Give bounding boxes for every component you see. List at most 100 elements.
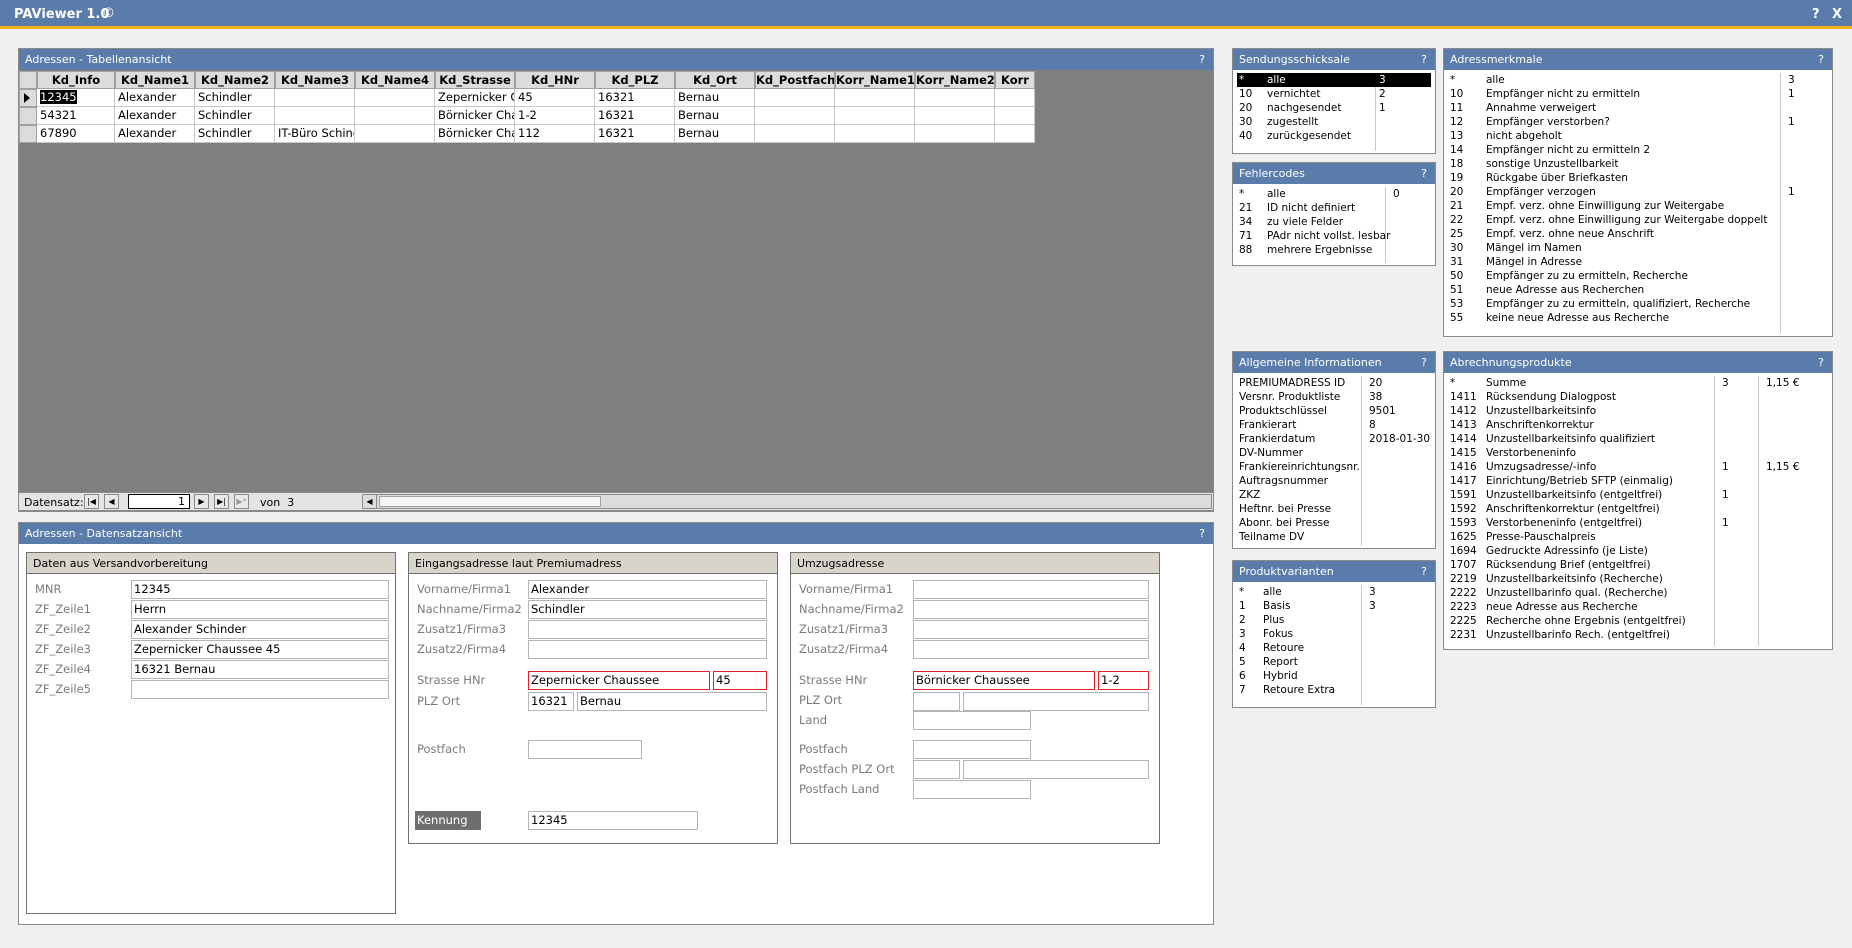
adress-row[interactable]: 20 Empfänger verzogen 1	[1448, 185, 1828, 199]
copyright-icon[interactable]: ©	[102, 6, 115, 21]
help-icon[interactable]: ?	[1421, 49, 1427, 70]
scrollbar-left-arrow-icon[interactable]: ◀	[363, 495, 377, 508]
abrech-row[interactable]: 1625 Presse-Pauschalpreis	[1448, 530, 1828, 544]
table-cell[interactable]: Alexander	[115, 107, 195, 125]
versand-fields-field[interactable]: 16321 Bernau	[131, 660, 389, 679]
adress-row[interactable]: 30 Mängel im Namen	[1448, 241, 1828, 255]
table-cell[interactable]: Alexander	[115, 89, 195, 107]
versand-fields-field[interactable]	[131, 680, 389, 699]
fehler-row[interactable]: 71 PAdr nicht vollst. lesbar	[1237, 229, 1431, 243]
produkt-row[interactable]: 3 Fokus	[1237, 627, 1431, 641]
allg-row[interactable]: Auftragsnummer	[1237, 474, 1431, 488]
sendung-row[interactable]: 30 zugestellt	[1237, 115, 1431, 129]
table-cell[interactable]	[275, 89, 355, 107]
umzug-ort-field[interactable]	[963, 692, 1149, 711]
umzug-fields-field[interactable]	[913, 620, 1149, 639]
allg-row[interactable]: ZKZ	[1237, 488, 1431, 502]
sendung-row[interactable]: 10 vernichtet 2	[1237, 87, 1431, 101]
table-cell[interactable]	[915, 107, 995, 125]
versand-fields-field[interactable]: Alexander Schinder	[131, 620, 389, 639]
table-cell[interactable]	[835, 125, 915, 143]
versand-fields-field[interactable]: Herrn	[131, 600, 389, 619]
umzug-fields-field[interactable]	[913, 600, 1149, 619]
abrech-row[interactable]: 1417 Einrichtung/Betrieb SFTP (einmalig)	[1448, 474, 1828, 488]
produkt-row[interactable]: 1 Basis 3	[1237, 599, 1431, 613]
abrech-row[interactable]: 1411 Rücksendung Dialogpost	[1448, 390, 1828, 404]
column-header[interactable]: Korr	[995, 71, 1035, 89]
table-cell[interactable]	[995, 125, 1035, 143]
adress-row[interactable]: 31 Mängel in Adresse	[1448, 255, 1828, 269]
column-header[interactable]: Kd_HNr	[515, 71, 595, 89]
sendung-row[interactable]: 20 nachgesendet 1	[1237, 101, 1431, 115]
adress-row[interactable]: 53 Empfänger zu zu ermitteln, qualifizier…	[1448, 297, 1828, 311]
column-header[interactable]: Kd_Info	[37, 71, 115, 89]
help-icon[interactable]: ?	[1421, 352, 1427, 373]
umzug-postfach-ort-field[interactable]	[963, 760, 1149, 779]
table-cell[interactable]	[755, 107, 835, 125]
column-header[interactable]: Kd_Strasse	[435, 71, 515, 89]
eingang-fields-field[interactable]: Schindler	[528, 600, 767, 619]
umzug-hnr-field[interactable]: 1-2	[1098, 671, 1149, 690]
help-icon[interactable]: ?	[1199, 523, 1205, 544]
fehler-row[interactable]: 34 zu viele Felder	[1237, 215, 1431, 229]
table-cell[interactable]: 16321	[595, 89, 675, 107]
eingang-ort-field[interactable]: Bernau	[577, 692, 767, 711]
abrech-row[interactable]: 1415 Verstorbeneninfo	[1448, 446, 1828, 460]
prev-record-button[interactable]: ◀	[104, 494, 119, 509]
table-cell[interactable]: 112	[515, 125, 595, 143]
table-cell[interactable]: Bernau	[675, 89, 755, 107]
abrech-row[interactable]: 1593 Verstorbeneninfo (entgeltfrei) 1	[1448, 516, 1828, 530]
allg-row[interactable]: Abonr. bei Presse	[1237, 516, 1431, 530]
allg-row[interactable]: PREMIUMADRESS ID 20	[1237, 376, 1431, 390]
allg-row[interactable]: Frankierart 8	[1237, 418, 1431, 432]
fehler-row[interactable]: * alle 0	[1237, 187, 1431, 201]
help-icon[interactable]: ?	[1818, 352, 1824, 373]
adress-row[interactable]: 11 Annahme verweigert	[1448, 101, 1828, 115]
table-cell[interactable]: Börnicker Chau	[435, 125, 515, 143]
adress-row[interactable]: 50 Empfänger zu zu ermitteln, Recherche	[1448, 269, 1828, 283]
abrech-row[interactable]: 2225 Recherche ohne Ergebnis (entgeltfrei…	[1448, 614, 1828, 628]
adress-row[interactable]: 51 neue Adresse aus Recherchen	[1448, 283, 1828, 297]
grid-corner[interactable]	[19, 71, 37, 89]
table-cell[interactable]	[835, 107, 915, 125]
eingang-plz-field[interactable]: 16321	[528, 692, 574, 711]
eingang-fields-field[interactable]	[528, 640, 767, 659]
umzug-fields-field[interactable]	[913, 640, 1149, 659]
adress-row[interactable]: 14 Empfänger nicht zu ermitteln 2	[1448, 143, 1828, 157]
versand-fields-field[interactable]: 12345	[131, 580, 389, 599]
close-icon[interactable]: X	[1832, 7, 1842, 22]
abrech-row[interactable]: 1414 Unzustellbarkeitsinfo qualifiziert	[1448, 432, 1828, 446]
column-header[interactable]: Kd_Name2	[195, 71, 275, 89]
table-cell[interactable]	[915, 89, 995, 107]
abrech-row[interactable]: 2219 Unzustellbarkeitsinfo (Recherche)	[1448, 572, 1828, 586]
table-cell[interactable]: Schindler	[195, 125, 275, 143]
last-record-button[interactable]: ▶|	[214, 494, 229, 509]
table-cell[interactable]: 54321	[37, 107, 115, 125]
sendung-row[interactable]: * alle 3	[1237, 73, 1431, 87]
table-cell[interactable]: 16321	[595, 125, 675, 143]
umzug-fields-field[interactable]	[913, 580, 1149, 599]
new-record-button[interactable]: ▶*	[234, 494, 249, 509]
adress-row[interactable]: 22 Empf. verz. ohne Einwilligung zur Weit…	[1448, 213, 1828, 227]
table-cell[interactable]: Zepernicker Ch	[435, 89, 515, 107]
allg-row[interactable]: Frankiereinrichtungsnr.	[1237, 460, 1431, 474]
abrech-row[interactable]: 1592 Anschriftenkorrektur (entgeltfrei)	[1448, 502, 1828, 516]
row-selector[interactable]	[19, 89, 37, 107]
abrech-row[interactable]: 2223 neue Adresse aus Recherche	[1448, 600, 1828, 614]
allg-row[interactable]: DV-Nummer	[1237, 446, 1431, 460]
column-header[interactable]: Kd_Name3	[275, 71, 355, 89]
table-cell[interactable]: Schindler	[195, 89, 275, 107]
versand-fields-field[interactable]: Zepernicker Chaussee 45	[131, 640, 389, 659]
produkt-row[interactable]: 5 Report	[1237, 655, 1431, 669]
table-cell[interactable]: 12345	[37, 89, 115, 107]
umzug-postfach-plz-field[interactable]	[913, 760, 960, 779]
adress-row[interactable]: 21 Empf. verz. ohne Einwilligung zur Weit…	[1448, 199, 1828, 213]
abrech-row[interactable]: 1412 Unzustellbarkeitsinfo	[1448, 404, 1828, 418]
column-header[interactable]: Kd_Name4	[355, 71, 435, 89]
adress-row[interactable]: 12 Empfänger verstorben? 1	[1448, 115, 1828, 129]
table-cell[interactable]: 67890	[37, 125, 115, 143]
help-icon[interactable]: ?	[1818, 49, 1824, 70]
allg-row[interactable]: Frankierdatum 2018-01-30	[1237, 432, 1431, 446]
table-cell[interactable]	[355, 89, 435, 107]
adress-row[interactable]: * alle 3	[1448, 73, 1828, 87]
